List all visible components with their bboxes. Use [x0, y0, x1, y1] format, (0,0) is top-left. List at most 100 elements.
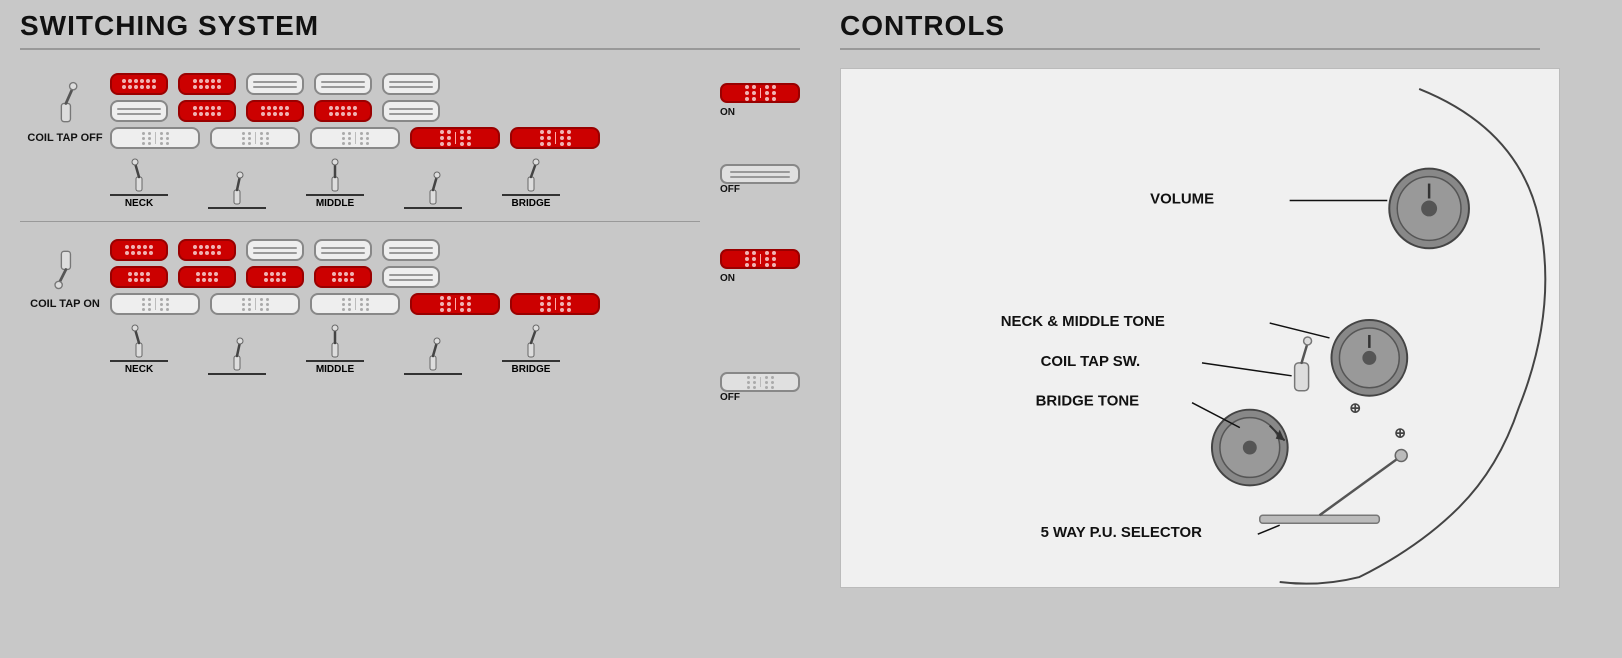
- pickup-row-on-3: [110, 293, 695, 315]
- controls-divider: [840, 48, 1540, 50]
- switch-toggle-2-off-icon: [226, 170, 248, 206]
- switching-divider: [20, 48, 800, 50]
- switch-3-off: MIDDLE: [306, 157, 364, 209]
- switch-1-off: NECK: [110, 157, 168, 209]
- pickup-hum-on-3-1: [110, 293, 200, 315]
- pickup-hum-off-3-3: [310, 127, 400, 149]
- switch-toggle-5-on-icon: [520, 323, 542, 359]
- coil-tap-off-pickups: NECK: [110, 68, 695, 209]
- switch-toggle-4-on-icon: [422, 336, 444, 372]
- pickup-off-1-3: [246, 73, 304, 95]
- pickup-off-1-4: [314, 73, 372, 95]
- pickup-off-2-1: [110, 100, 168, 122]
- on-indicator-on: ON: [720, 249, 800, 284]
- on-off-col-off: ON OFF: [710, 68, 800, 195]
- on-off-col-on: ON OFF: [710, 234, 800, 403]
- pickup-off-2-4: [314, 100, 372, 122]
- pickup-on-2-2: [178, 266, 236, 288]
- switch-bridge-label: BRIDGE: [512, 198, 551, 209]
- svg-text:⊕: ⊕: [1349, 400, 1361, 416]
- pickup-off-2-5: [382, 100, 440, 122]
- pickup-hum-off-3-4: [410, 127, 500, 149]
- pickup-off-1-1: [110, 73, 168, 95]
- svg-text:BRIDGE TONE: BRIDGE TONE: [1036, 393, 1140, 410]
- coil-tap-on-pickups: NECK: [110, 234, 695, 375]
- on-pickup-hum-on: [720, 249, 800, 269]
- svg-text:COIL TAP SW.: COIL TAP SW.: [1041, 353, 1141, 370]
- svg-text:⊕: ⊕: [1394, 425, 1406, 441]
- pickup-on-2-1: [110, 266, 168, 288]
- on-indicator-off: ON: [720, 83, 800, 118]
- coil-tap-off-switch-icon: [45, 78, 85, 128]
- controls-svg: ⊕ ⊕ VOLUME NECK & MIDDLE TONE COIL TAP S…: [841, 69, 1559, 587]
- switch-toggle-3-on-icon: [324, 323, 346, 359]
- switch-4-on: [404, 336, 462, 375]
- svg-text:VOLUME: VOLUME: [1150, 190, 1214, 207]
- pickup-row-off-3: [110, 127, 695, 149]
- switch-4-off: [404, 170, 462, 209]
- switch-toggle-5-off-icon: [520, 157, 542, 193]
- switch-3-on: MIDDLE: [306, 323, 364, 375]
- pickup-on-1-2: [178, 239, 236, 261]
- pickup-hum-on-3-3: [310, 293, 400, 315]
- pickup-hum-off-3-2: [210, 127, 300, 149]
- pickup-hum-on-3-4: [410, 293, 500, 315]
- pickup-hum-off-3-5: [510, 127, 600, 149]
- on-label-on: ON: [720, 273, 735, 284]
- off-label-on: OFF: [720, 392, 800, 403]
- on-pickup-hum-off: [720, 83, 800, 103]
- svg-text:5 WAY P.U. SELECTOR: 5 WAY P.U. SELECTOR: [1041, 524, 1203, 541]
- pickup-off-2-3: [246, 100, 304, 122]
- coil-tap-off-label: COIL TAP OFF: [27, 132, 102, 145]
- pickup-on-1-4: [314, 239, 372, 261]
- pickup-row-off-1: [110, 73, 695, 95]
- switch-2-off: [208, 170, 266, 209]
- switch-neck-on-label: NECK: [125, 364, 153, 375]
- switch-middle-on-label: MIDDLE: [316, 364, 354, 375]
- pickup-on-2-5: [382, 266, 440, 288]
- coil-tap-on-switch-icon: [45, 244, 85, 294]
- coil-tap-off-block: COIL TAP OFF: [20, 68, 800, 209]
- pickup-hum-on-3-5: [510, 293, 600, 315]
- switch-bridge-on-label: BRIDGE: [512, 364, 551, 375]
- pickup-on-1-5: [382, 239, 440, 261]
- coil-tap-off-label-col: COIL TAP OFF: [20, 68, 110, 145]
- off-pickup-single-on: [720, 372, 800, 392]
- pickup-on-1-3: [246, 239, 304, 261]
- controls-diagram: ⊕ ⊕ VOLUME NECK & MIDDLE TONE COIL TAP S…: [840, 68, 1560, 588]
- pickup-off-2-2: [178, 100, 236, 122]
- svg-text:NECK & MIDDLE TONE: NECK & MIDDLE TONE: [1001, 313, 1165, 330]
- pickup-off-1-5: [382, 73, 440, 95]
- controls-panel: CONTROLS: [800, 10, 1602, 648]
- switch-toggle-4-off-icon: [422, 170, 444, 206]
- switching-title: SWITCHING SYSTEM: [20, 10, 800, 42]
- switching-system-panel: SWITCHING SYSTEM COIL TAP OFF: [20, 10, 800, 648]
- controls-title: CONTROLS: [840, 10, 1602, 42]
- switch-1-on: NECK: [110, 323, 168, 375]
- switch-toggle-1-off-icon: [128, 157, 150, 193]
- switch-toggle-3-off-icon: [324, 157, 346, 193]
- coil-tap-on-label-col: COIL TAP ON: [20, 234, 110, 311]
- switch-toggle-2-on-icon: [226, 336, 248, 372]
- off-label-off: OFF: [720, 184, 800, 195]
- pickup-hum-off-3-1: [110, 127, 200, 149]
- switch-pos-on-row: NECK: [110, 323, 695, 375]
- off-pickup-single-off: [720, 164, 800, 184]
- coil-tap-on-label: COIL TAP ON: [30, 298, 100, 311]
- switch-pos-off-row: NECK: [110, 157, 695, 209]
- on-label-off: ON: [720, 107, 735, 118]
- pickup-row-on-2: [110, 266, 695, 288]
- pickup-hum-on-3-2: [210, 293, 300, 315]
- switch-toggle-1-on-icon: [128, 323, 150, 359]
- pickup-off-1-2: [178, 73, 236, 95]
- section-mid-divider: [20, 221, 700, 222]
- pickup-on-2-4: [314, 266, 372, 288]
- pickup-on-1-1: [110, 239, 168, 261]
- coil-tap-on-block: COIL TAP ON: [20, 234, 800, 403]
- off-indicator-on: OFF: [720, 372, 800, 403]
- off-indicator-off: OFF: [720, 164, 800, 195]
- switch-middle-label: MIDDLE: [316, 198, 354, 209]
- pickup-on-2-3: [246, 266, 304, 288]
- pickup-row-off-2: [110, 100, 695, 122]
- switch-5-on: BRIDGE: [502, 323, 560, 375]
